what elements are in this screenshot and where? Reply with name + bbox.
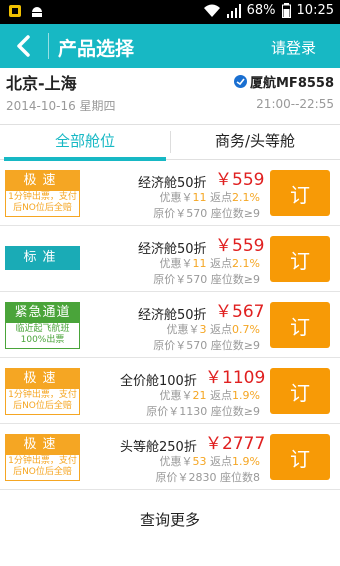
fare-price: ￥559: [215, 236, 265, 256]
xiamen-air-logo-icon: [234, 75, 247, 88]
fare-price: ￥567: [215, 302, 265, 322]
original-price: 原价￥570 座位数≥9: [153, 273, 260, 286]
badge-title: 极速: [6, 171, 79, 191]
fare-price: ￥2777: [205, 434, 266, 454]
fare-row: 紧急通道 临近起飞航班 100%出票 经济舱50折 ￥567 优惠￥3 返点0.7…: [0, 292, 340, 358]
discount-info: 优惠￥21 返点1.9%: [159, 389, 260, 402]
discount-info: 优惠￥3 返点0.7%: [166, 323, 260, 336]
discount-info: 优惠￥53 返点1.9%: [159, 455, 260, 468]
status-left: [8, 4, 44, 18]
badge-title: 极速: [6, 369, 79, 389]
app-header: 产品选择 请登录: [0, 24, 340, 68]
android-icon: [32, 7, 42, 17]
standard-badge: 标准: [5, 246, 80, 270]
fare-price: ￥559: [215, 170, 265, 190]
emergency-badge: 紧急通道 临近起飞航班 100%出票: [5, 302, 80, 349]
fare-price: ￥1109: [205, 368, 266, 388]
book-button[interactable]: 订: [270, 170, 330, 216]
discount-info: 优惠￥11 返点2.1%: [159, 191, 260, 204]
express-badge: 极速 1分钟出票，支付 后NO位后全赔: [5, 434, 80, 481]
express-badge: 极速 1分钟出票，支付 后NO位后全赔: [5, 170, 80, 217]
book-button[interactable]: 订: [270, 368, 330, 414]
status-bar: 68% 10:25: [0, 0, 340, 24]
wifi-icon: [203, 4, 220, 17]
flight-time: 21:00--22:55: [256, 97, 334, 111]
signal-icon: [226, 3, 241, 18]
badge-title: 标准: [6, 247, 79, 269]
flight-date: 2014-10-16 星期四: [6, 99, 116, 113]
tab-all-cabins[interactable]: 全部舱位: [0, 125, 170, 161]
badge-subtitle: 1分钟出票，支付 后NO位后全赔: [6, 191, 79, 216]
fare-row: 标准 经济舱50折 ￥559 优惠￥11 返点2.1% 原价￥570 座位数≥9…: [0, 226, 340, 292]
page-title: 产品选择: [58, 38, 135, 60]
notification-icon: [9, 5, 21, 17]
back-button[interactable]: [0, 24, 48, 68]
badge-subtitle: 1分钟出票，支付 后NO位后全赔: [6, 389, 79, 414]
airline-info: 厦航MF8558: [234, 72, 334, 91]
chevron-left-icon: [17, 35, 30, 57]
badge-subtitle: 临近起飞航班 100%出票: [6, 323, 79, 348]
fare-row: 极速 1分钟出票，支付 后NO位后全赔 全价舱100折 ￥1109 优惠￥21 返…: [0, 358, 340, 424]
original-price: 原价￥570 座位数≥9: [153, 207, 260, 220]
cabin-tabs: 全部舱位 商务/头等舱: [0, 124, 340, 161]
route-label: 北京-上海: [6, 74, 77, 93]
original-price: 原价￥2830 座位数8: [155, 471, 261, 484]
status-time: 10:25: [296, 3, 334, 18]
fare-row: 极速 1分钟出票，支付 后NO位后全赔 头等舱250折 ￥2777 优惠￥53 返…: [0, 424, 340, 490]
express-badge: 极速 1分钟出票，支付 后NO位后全赔: [5, 368, 80, 415]
battery-icon: [281, 3, 291, 18]
fare-row: 极速 1分钟出票，支付 后NO位后全赔 经济舱50折 ￥559 优惠￥11 返点2…: [0, 160, 340, 226]
header-divider: [48, 33, 49, 59]
book-button[interactable]: 订: [270, 434, 330, 480]
login-link[interactable]: 请登录: [271, 37, 316, 58]
book-button[interactable]: 订: [270, 236, 330, 282]
original-price: 原价￥570 座位数≥9: [153, 339, 260, 352]
battery-percent: 68%: [246, 3, 276, 18]
badge-subtitle: 1分钟出票，支付 后NO位后全赔: [6, 455, 79, 480]
flight-number: 厦航MF8558: [250, 76, 334, 91]
load-more-button[interactable]: 查询更多: [0, 498, 340, 542]
badge-title: 紧急通道: [6, 303, 79, 323]
badge-title: 极速: [6, 435, 79, 455]
book-button[interactable]: 订: [270, 302, 330, 348]
tab-business-first[interactable]: 商务/头等舱: [170, 125, 340, 159]
discount-info: 优惠￥11 返点2.1%: [159, 257, 260, 270]
original-price: 原价￥1130 座位数≥9: [146, 405, 260, 418]
status-right: 68% 10:25: [203, 3, 334, 18]
